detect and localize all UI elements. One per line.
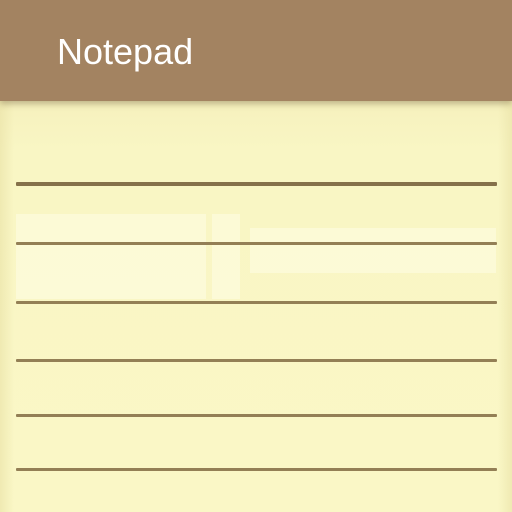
notepad-paper[interactable] (0, 101, 512, 512)
ruled-line (16, 242, 497, 245)
paper-highlight (250, 228, 496, 273)
ruled-line (16, 468, 497, 471)
paper-edge-left (0, 101, 14, 512)
paper-highlight (212, 214, 240, 299)
app-header: Notepad (0, 0, 512, 101)
ruled-line (16, 182, 497, 186)
paper-edge-right (498, 101, 512, 512)
ruled-line (16, 359, 497, 362)
paper-highlight (16, 214, 206, 299)
ruled-line (16, 414, 497, 417)
app-title: Notepad (57, 31, 194, 72)
ruled-line (16, 301, 497, 304)
